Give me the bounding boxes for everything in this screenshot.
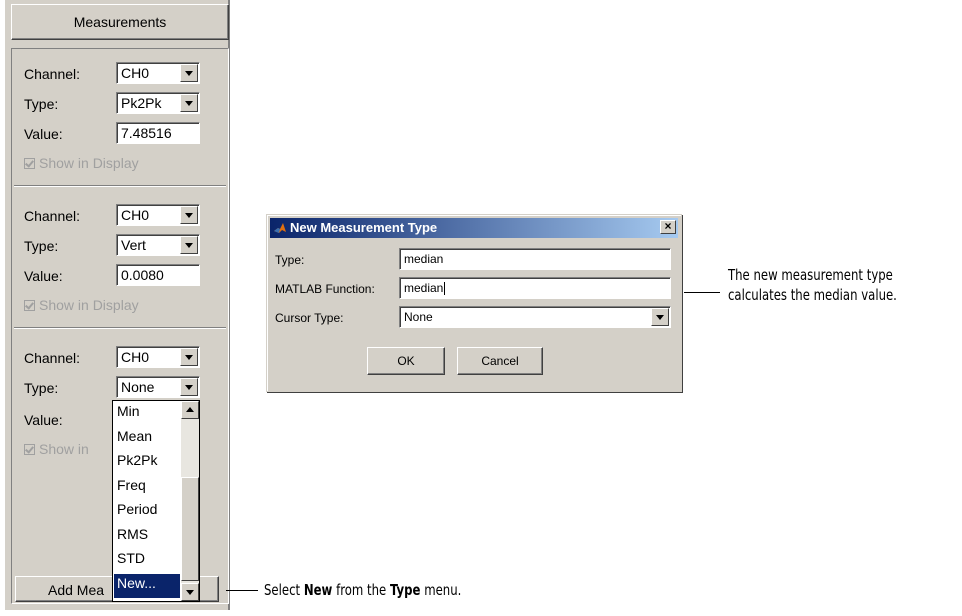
ok-button[interactable]: OK: [367, 347, 445, 375]
type-label: Type:: [24, 380, 59, 396]
channel-value: CH0: [121, 65, 150, 81]
type-value: None: [121, 379, 155, 395]
type-select[interactable]: Pk2Pk: [116, 92, 200, 114]
show-in-display-label: Show in Display: [39, 297, 139, 313]
callout-dialog-line2: calculates the median value.: [728, 286, 897, 304]
value-label: Value:: [24, 412, 63, 428]
dropdown-item-rms[interactable]: RMS: [114, 525, 180, 549]
matlab-function-input[interactable]: median: [399, 277, 671, 299]
callout-menu-type: Type: [389, 581, 421, 599]
check-icon: [24, 157, 35, 169]
dropdown-item-freq[interactable]: Freq: [114, 476, 180, 500]
type-label: Type:: [275, 253, 305, 267]
dropdown-scrollbar[interactable]: [181, 401, 199, 601]
cursor-type-select[interactable]: None: [399, 306, 671, 328]
matlab-logo-icon: [273, 221, 287, 235]
value-field[interactable]: 7.48516: [116, 122, 200, 144]
callout-menu-new: New: [303, 581, 333, 599]
channel-value: CH0: [121, 349, 150, 365]
type-value: Vert: [121, 237, 146, 253]
channel-select[interactable]: CH0: [116, 62, 200, 84]
matlab-function-value: median: [404, 281, 444, 295]
callout-menu-pre: Select: [264, 581, 304, 599]
cancel-button[interactable]: Cancel: [457, 347, 543, 375]
type-label: Type:: [24, 238, 59, 254]
callout-menu: Select New from the Type menu.: [264, 580, 461, 600]
close-icon[interactable]: ×: [660, 220, 676, 234]
type-select[interactable]: None: [116, 376, 200, 398]
channel-select[interactable]: CH0: [116, 346, 200, 368]
chevron-down-icon[interactable]: [180, 94, 198, 112]
text-caret: [444, 282, 446, 296]
dropdown-item-mean[interactable]: Mean: [114, 427, 180, 451]
show-in-display-checkbox[interactable]: Show in: [24, 441, 89, 457]
channel-label: Channel:: [24, 208, 81, 224]
dropdown-item-pk2pk[interactable]: Pk2Pk: [114, 451, 180, 475]
cursor-type-label: Cursor Type:: [275, 311, 344, 325]
channel-select[interactable]: CH0: [116, 204, 200, 226]
dialog-title: New Measurement Type: [290, 220, 438, 235]
type-label: Type:: [24, 96, 59, 112]
callout-line-dialog: [684, 292, 720, 293]
type-select[interactable]: Vert: [116, 234, 200, 256]
scroll-up-button[interactable]: [181, 401, 199, 419]
chevron-down-icon[interactable]: [180, 348, 198, 366]
callout-line-menu: [226, 590, 258, 591]
type-value: Pk2Pk: [121, 95, 162, 111]
divider: [14, 185, 226, 187]
channel-label: Channel:: [24, 350, 81, 366]
divider: [14, 327, 226, 329]
show-in-display-checkbox[interactable]: Show in Display: [24, 297, 139, 313]
callout-dialog: The new measurement type calculates the …: [728, 265, 897, 305]
channel-value: CH0: [121, 207, 150, 223]
value-field[interactable]: 0.0080: [116, 264, 200, 286]
chevron-down-icon[interactable]: [180, 206, 198, 224]
cursor-type-value: None: [404, 310, 433, 324]
show-in-display-label: Show in Display: [39, 155, 139, 171]
dropdown-item-min[interactable]: Min: [114, 402, 180, 426]
dialog-titlebar[interactable]: New Measurement Type ×: [270, 218, 678, 238]
dropdown-item-period[interactable]: Period: [114, 500, 180, 524]
chevron-down-icon[interactable]: [651, 308, 669, 326]
show-in-display-checkbox[interactable]: Show in Display: [24, 155, 139, 171]
matlab-function-label: MATLAB Function:: [275, 282, 375, 296]
scroll-down-button[interactable]: [181, 583, 199, 601]
type-dropdown-list[interactable]: Min Mean Pk2Pk Freq Period RMS STD New..…: [112, 400, 200, 602]
callout-dialog-line1: The new measurement type: [728, 266, 893, 284]
dropdown-item-new[interactable]: New...: [114, 574, 180, 598]
channel-label: Channel:: [24, 66, 81, 82]
scroll-thumb[interactable]: [181, 477, 199, 581]
chevron-down-icon[interactable]: [180, 378, 198, 396]
check-icon: [24, 443, 35, 455]
callout-menu-post: menu.: [420, 581, 462, 599]
show-in-display-label: Show in: [39, 441, 89, 457]
value-label: Value:: [24, 126, 63, 142]
dropdown-item-std[interactable]: STD: [114, 549, 180, 573]
value-label: Value:: [24, 268, 63, 284]
new-measurement-dialog: New Measurement Type × Type: median MATL…: [266, 214, 682, 392]
panel-title: Measurements: [11, 4, 229, 40]
chevron-down-icon[interactable]: [180, 64, 198, 82]
type-input[interactable]: median: [399, 248, 671, 270]
chevron-down-icon[interactable]: [180, 236, 198, 254]
check-icon: [24, 299, 35, 311]
callout-menu-mid: from the: [332, 581, 390, 599]
